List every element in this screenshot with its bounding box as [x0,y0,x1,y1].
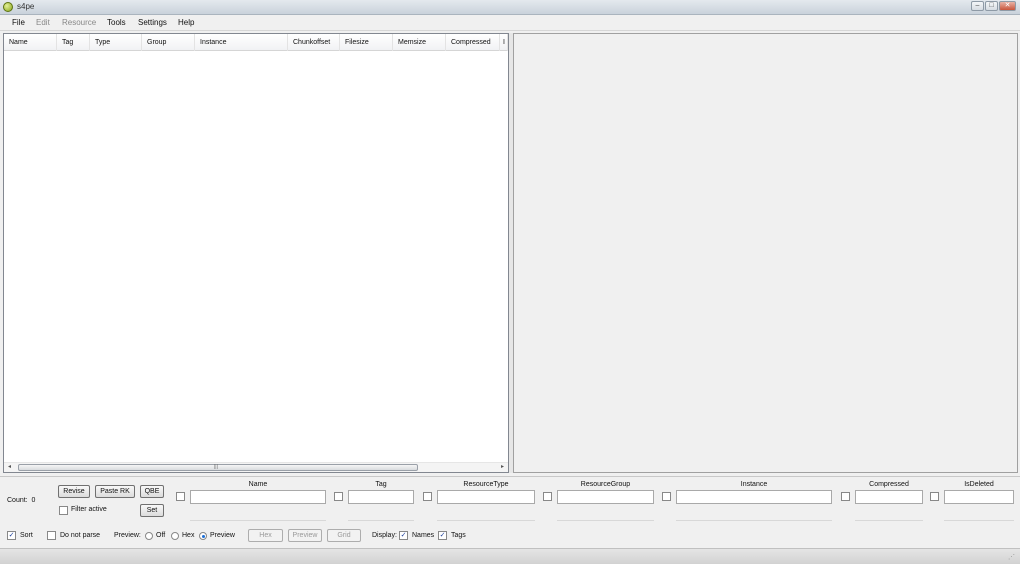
column-header-group[interactable]: Group [142,34,195,51]
filter-tag-header: Tag [375,481,387,488]
hex-button[interactable]: Hex [248,529,283,542]
filter-isdeleted-checkbox[interactable] [930,492,939,501]
column-header-chunkoffset[interactable]: Chunkoffset [288,34,340,51]
column-header-compressed[interactable]: Compressed [446,34,500,51]
paste-rk-button[interactable]: Paste RK [95,485,135,498]
preview-hex-label: Hex [182,532,195,539]
filter-isdeleted-value[interactable] [944,508,1014,521]
preview-off-label: Off [156,532,166,539]
resource-list[interactable]: Name Tag Type Group Instance Chunkoffset… [3,33,509,473]
qbe-button[interactable]: QBE [140,485,164,498]
preview-pane [513,33,1018,473]
filter-isdeleted-header: IsDeleted [964,481,994,488]
horizontal-scrollbar[interactable]: ◂ ||| ▸ [4,462,508,472]
filter-tag-input[interactable] [348,490,414,504]
filter-resourcegroup-checkbox[interactable] [543,492,552,501]
filter-instance-input[interactable] [676,490,832,504]
scroll-thumb[interactable]: ||| [18,464,418,471]
filter-tag-value[interactable] [348,508,414,521]
sort-label: Sort [20,532,33,539]
filter-resourcegroup-value[interactable] [557,508,654,521]
set-button[interactable]: Set [140,504,164,517]
window-title: s4pe [17,2,35,11]
filter-resourcegroup-header: ResourceGroup [580,481,631,488]
title-bar: s4pe – □ ✕ [0,0,1020,15]
sort-checkbox[interactable]: ✓ [7,531,16,540]
filter-name-input[interactable] [190,490,326,504]
display-names-label: Names [412,532,435,539]
column-header-isdeleted[interactable]: I [500,34,508,51]
filter-name-value[interactable] [190,508,326,521]
filter-instance-value[interactable] [676,508,832,521]
grip-icon: ||| [214,464,218,470]
display-tags-label: Tags [451,532,466,539]
menu-bar: File Edit Resource Tools Settings Help [0,15,1020,31]
filter-instance-header: Instance [740,481,768,488]
filter-compressed-checkbox[interactable] [841,492,850,501]
filter-compressed-input[interactable] [855,490,923,504]
preview-preview-radio[interactable] [199,532,207,540]
maximize-button[interactable]: □ [985,1,998,11]
status-bar: ⋰ [0,548,1020,564]
menu-file[interactable]: File [12,18,25,27]
filter-active-checkbox[interactable] [59,506,68,515]
scroll-left-icon[interactable]: ◂ [5,463,14,472]
filter-name-checkbox[interactable] [176,492,185,501]
preview-label: Preview: [114,532,141,539]
preview-button[interactable]: Preview [288,529,322,542]
display-names-checkbox[interactable]: ✓ [399,531,408,540]
menu-resource[interactable]: Resource [62,18,96,27]
preview-hex-radio[interactable] [171,532,179,540]
app-icon [3,2,13,12]
preview-off-radio[interactable] [145,532,153,540]
filter-active-label: Filter active [71,506,107,513]
column-header-instance[interactable]: Instance [195,34,288,51]
filter-isdeleted-input[interactable] [944,490,1014,504]
column-header-memsize[interactable]: Memsize [393,34,446,51]
count-label: Count: 0 [7,497,35,504]
filter-name-header: Name [248,481,268,488]
column-header-type[interactable]: Type [90,34,142,51]
do-not-parse-label: Do not parse [60,532,101,539]
filter-resourcegroup-input[interactable] [557,490,654,504]
menu-edit[interactable]: Edit [36,18,50,27]
count-value: 0 [31,497,36,504]
list-header: Name Tag Type Group Instance Chunkoffset… [4,34,508,51]
grid-button[interactable]: Grid [327,529,361,542]
filter-resourcetype-checkbox[interactable] [423,492,432,501]
filter-resourcetype-header: ResourceType [463,481,509,488]
filter-resourcetype-value[interactable] [437,508,535,521]
preview-preview-label: Preview [210,532,235,539]
revise-button[interactable]: Revise [58,485,90,498]
filter-compressed-value[interactable] [855,508,923,521]
column-header-name[interactable]: Name [4,34,57,51]
filter-tag-checkbox[interactable] [334,492,343,501]
filter-compressed-header: Compressed [869,481,909,488]
column-header-filesize[interactable]: Filesize [340,34,393,51]
close-button[interactable]: ✕ [999,1,1016,11]
filter-resourcetype-input[interactable] [437,490,535,504]
column-header-tag[interactable]: Tag [57,34,90,51]
window-controls: – □ ✕ [971,1,1016,11]
resize-grip-icon[interactable]: ⋰ [1008,553,1018,563]
scroll-right-icon[interactable]: ▸ [498,463,507,472]
count-text: Count: [7,497,28,504]
do-not-parse-checkbox[interactable] [47,531,56,540]
display-tags-checkbox[interactable]: ✓ [438,531,447,540]
bottom-panel: Count: 0 Revise Paste RK QBE Filter acti… [0,476,1020,548]
menu-settings[interactable]: Settings [138,18,167,27]
menu-tools[interactable]: Tools [107,18,126,27]
display-label: Display: [372,532,397,539]
minimize-button[interactable]: – [971,1,984,11]
menu-help[interactable]: Help [178,18,194,27]
filter-instance-checkbox[interactable] [662,492,671,501]
